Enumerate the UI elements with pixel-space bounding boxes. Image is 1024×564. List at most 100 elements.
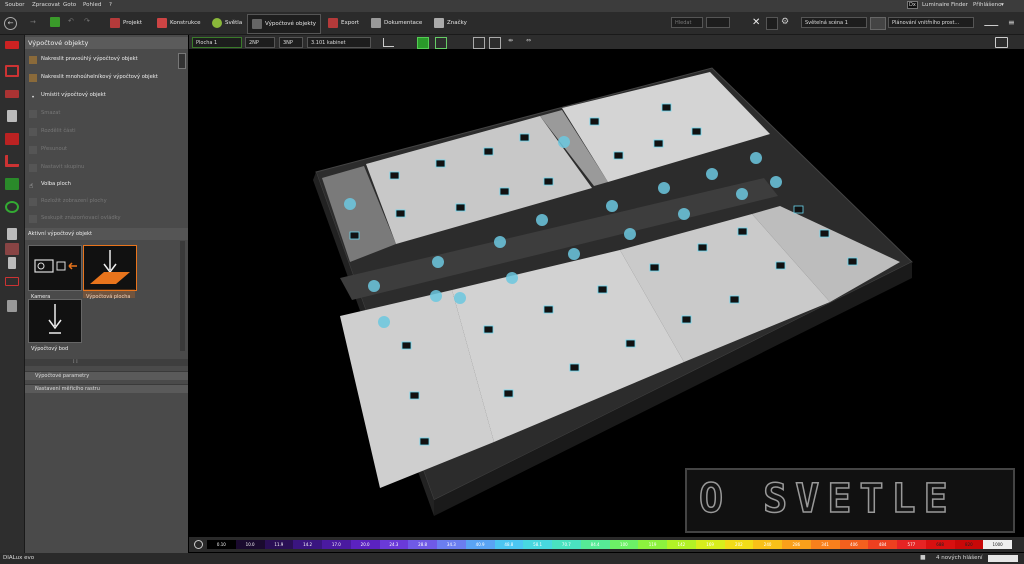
messages-count[interactable]: 4 nových hlášení	[936, 555, 983, 561]
tool-icon[interactable]	[7, 300, 17, 312]
tile-calc-surface[interactable]: Výpočtová plocha	[83, 245, 137, 300]
align-icon[interactable]: ⇹	[508, 37, 513, 44]
surface-select[interactable]: Plocha 1	[192, 37, 242, 48]
legend-cell: 1000	[983, 540, 1012, 549]
axes-icon[interactable]	[383, 38, 394, 47]
floor-icon[interactable]	[5, 155, 19, 167]
tab-export[interactable]: Export	[324, 14, 363, 32]
project-mode-icon[interactable]	[5, 41, 19, 49]
luminaire-finder-link[interactable]: Luminaire Finder	[922, 2, 968, 8]
room-select[interactable]: 3.101 kabinet	[307, 37, 371, 48]
color-swatch[interactable]	[870, 17, 886, 30]
tab-marks[interactable]: Značky	[430, 14, 471, 32]
forward-icon: →	[30, 18, 36, 26]
column-icon[interactable]	[7, 110, 17, 122]
menu-goto[interactable]: Goto	[63, 2, 76, 8]
menu-icon[interactable]: ≡	[1008, 18, 1015, 27]
tile-camera[interactable]: Kamera	[28, 245, 82, 300]
floor-select-a[interactable]: 2NP	[245, 37, 275, 48]
section-calc-params[interactable]: Výpočtové parametry	[25, 371, 188, 380]
wall-icon[interactable]	[5, 133, 19, 145]
zoom-extents-icon[interactable]	[473, 37, 485, 49]
move-icon	[29, 145, 37, 154]
tab-export-label: Export	[341, 20, 360, 26]
3d-view-icon[interactable]	[417, 37, 429, 49]
legend-cell: 100	[609, 540, 639, 549]
splitter-grip-icon: ⁞ ⁞	[73, 359, 78, 365]
menu-file[interactable]: Soubor	[5, 2, 24, 8]
menu-help[interactable]: ?	[109, 2, 112, 8]
legend-cell: 119	[638, 540, 667, 549]
document-icon[interactable]	[7, 228, 17, 240]
legend-cell: 20.0	[350, 540, 380, 549]
export-icon	[328, 18, 338, 28]
search-options-select[interactable]	[706, 17, 730, 28]
tab-lights-label: Světla	[225, 20, 243, 26]
redo-icon: ↷	[84, 17, 90, 25]
draw-rect-calc-object[interactable]: Nakreslit pravoúhlý výpočtový objekt	[29, 54, 179, 65]
screenshot-icon[interactable]	[995, 37, 1008, 48]
frame-icon[interactable]	[5, 277, 19, 286]
explode-label: Rozložit zobrazení plochy	[41, 198, 107, 204]
luminaire-finder-badge: Dx	[907, 1, 918, 9]
tab-project[interactable]: Projekt	[106, 14, 146, 32]
tile-calc-point[interactable]: Výpočtový bod	[28, 299, 82, 352]
light-scene-select[interactable]: Světelná scéna 1	[801, 17, 867, 28]
place-calc-object[interactable]: • Umístit výpočtový objekt	[29, 90, 179, 101]
legend-settings-icon[interactable]	[194, 540, 203, 549]
3d-viewport[interactable]	[189, 49, 1024, 535]
close-icon[interactable]: ✕	[752, 17, 760, 28]
login-dropdown-icon[interactable]: ▾	[1001, 2, 1004, 8]
tab-calc-objects-label: Výpočtové objekty	[265, 21, 317, 27]
split-icon	[29, 127, 37, 136]
undo-icon: ↶	[68, 17, 74, 25]
eye-icon[interactable]	[5, 201, 19, 213]
panel-scroll-button[interactable]	[178, 53, 186, 69]
tab-lights[interactable]: Světla	[208, 14, 246, 32]
draw-rect-label: Nakreslit pravoúhlý výpočtový objekt	[41, 56, 138, 62]
section-grid-settings[interactable]: Nastavení měřicího rastru	[25, 384, 188, 393]
mark-icon[interactable]	[5, 243, 19, 255]
building-icon[interactable]	[5, 65, 19, 77]
message-icon: ■	[920, 554, 926, 561]
select-surfaces-label: Volba ploch	[41, 181, 71, 187]
draw-polygon-calc-object[interactable]: Nakreslit mnohoúhelníkový výpočtový obje…	[29, 72, 179, 83]
explode-view-item: Rozložit zobrazení plochy	[29, 196, 179, 207]
status-bar: DIALux evo ■ 4 nových hlášení	[0, 553, 1024, 564]
menu-view[interactable]: Pohled	[83, 2, 101, 8]
close-options-dropdown[interactable]	[766, 17, 778, 30]
calc-params-label: Výpočtové parametry	[35, 373, 90, 379]
mode-strip	[0, 35, 25, 555]
search-input[interactable]: Hledat	[671, 17, 703, 28]
move-item: Přesunout	[29, 144, 179, 155]
select-surfaces-item[interactable]: ☝ Volba ploch	[29, 179, 179, 190]
back-icon[interactable]: ←	[4, 17, 17, 30]
legend-cell: 142	[667, 540, 696, 549]
floor-view-icon[interactable]	[435, 37, 447, 49]
ruler-icon[interactable]	[983, 19, 1003, 26]
legend-gradient: 0.10 10.0 11.9 14.2 17.0 20.0 24.3 28.8 34.3 40.9…	[207, 540, 1012, 549]
delete-label: Smazat	[41, 110, 61, 116]
panel-scrollbar[interactable]	[180, 241, 185, 351]
legend-cell: 70.7	[552, 540, 581, 549]
planning-mode-select[interactable]: Plánování vnitřního prost...	[888, 17, 974, 28]
login-menu[interactable]: Přihlášeno	[973, 2, 1002, 8]
roof-icon[interactable]	[5, 90, 19, 98]
tab-calc-objects[interactable]: Výpočtové objekty	[247, 14, 322, 34]
legend-cell: 11.9	[264, 540, 294, 549]
gear-icon[interactable]: ⚙	[781, 17, 789, 27]
exit-icon[interactable]	[5, 178, 19, 190]
polygon-calc-icon	[29, 73, 37, 82]
tab-documentation[interactable]: Dokumentace	[367, 14, 426, 32]
page-icon[interactable]	[8, 257, 16, 269]
legend-cell: 577	[897, 540, 926, 549]
menu-edit[interactable]: Zpracovat	[32, 2, 60, 8]
measure-icon[interactable]: ⇔	[526, 37, 531, 44]
zoom-window-icon[interactable]	[489, 37, 501, 49]
tab-construction[interactable]: Konstrukce	[153, 14, 205, 32]
save-icon[interactable]	[50, 17, 60, 27]
floor-select-b[interactable]: 3NP	[279, 37, 303, 48]
menu-bar: Soubor Zpracovat Goto Pohled ? Dx Lumina…	[0, 0, 1024, 12]
tab-documentation-label: Dokumentace	[384, 20, 423, 26]
panel-splitter[interactable]	[25, 359, 188, 366]
